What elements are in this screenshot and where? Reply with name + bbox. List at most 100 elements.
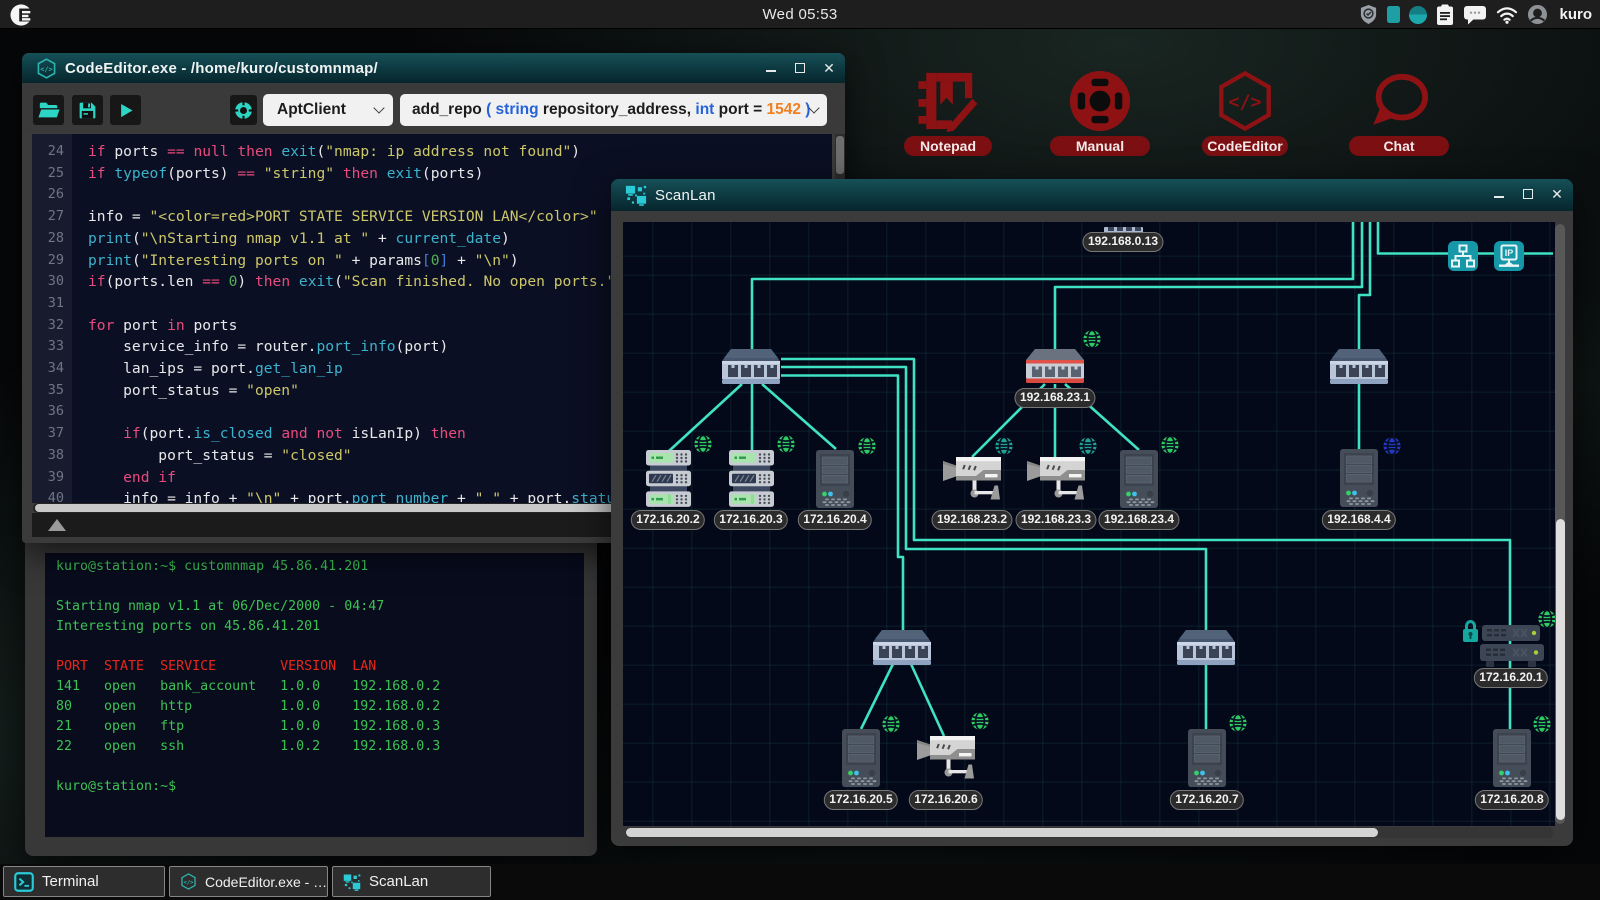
- terminal-line: [56, 577, 584, 597]
- device-rack-server-172.16.20.3[interactable]: [729, 450, 774, 508]
- run-button[interactable]: [110, 95, 141, 125]
- desktop-icon-codeeditor[interactable]: CodeEditor: [1185, 70, 1305, 156]
- terminal-line: Starting nmap v1.1 at 06/Dec/2000 - 04:4…: [56, 597, 584, 617]
- messages-icon[interactable]: [1463, 5, 1487, 25]
- lan-icon[interactable]: [1448, 241, 1478, 271]
- manual-icon: [1040, 70, 1160, 132]
- close-button[interactable]: ✕: [823, 62, 835, 74]
- device-switch-partial-192.168.0.13[interactable]: [1104, 222, 1143, 230]
- taskbar-item-codeeditorexe[interactable]: CodeEditor.exe - …: [169, 866, 328, 897]
- device-rack-server-172.16.20.2[interactable]: [646, 450, 691, 508]
- device-camera-192.168.23.2[interactable]: [943, 457, 1001, 500]
- taskbar: Terminal CodeEditor.exe - … ScanLan: [0, 864, 1600, 900]
- device-label[interactable]: 192.168.23.2: [931, 510, 1012, 530]
- scanlan-titlebar[interactable]: ScanLan ✕: [611, 179, 1573, 211]
- scanlan-window[interactable]: ScanLan ✕ 192.168.0.13 192.168.23.1 172.16…: [611, 179, 1573, 846]
- taskbar-item-terminal[interactable]: Terminal: [3, 866, 165, 897]
- api-browser-button[interactable]: [230, 95, 257, 125]
- clipboard-icon[interactable]: [1436, 4, 1454, 26]
- scroll-up-arrow-icon[interactable]: [48, 519, 66, 531]
- taskbar-item-scanlan[interactable]: ScanLan: [332, 866, 491, 897]
- terminal-line: PORT STATE SERVICE VERSION LAN: [56, 657, 584, 677]
- device-label[interactable]: 172.16.20.6: [909, 790, 983, 810]
- terminal-line: [56, 637, 584, 657]
- device-switch[interactable]: [722, 349, 780, 384]
- map-vertical-scrollbar[interactable]: [1555, 224, 1565, 824]
- device-tower-server-172.16.20.4[interactable]: [816, 450, 854, 508]
- device-label[interactable]: 192.168.0.13: [1082, 232, 1163, 252]
- device-tower-server-192.168.23.4[interactable]: [1120, 450, 1158, 508]
- codeeditor-icon: [180, 873, 197, 890]
- device-camera-172.16.20.6[interactable]: [917, 736, 975, 779]
- avatar-icon[interactable]: [1527, 4, 1548, 25]
- maximize-button[interactable]: [794, 62, 806, 74]
- globe-icon: [694, 435, 712, 453]
- globe-icon: [1229, 714, 1247, 732]
- open-file-button[interactable]: [33, 95, 64, 125]
- terminal-line: kuro@station:~$ customnmap 45.86.41.201: [56, 557, 584, 577]
- taskbar-item-label: CodeEditor.exe - …: [205, 874, 327, 890]
- globe-icon: [1538, 610, 1555, 628]
- globe-icon: [1383, 437, 1401, 455]
- device-switch[interactable]: [1330, 349, 1388, 384]
- globe-icon: [1161, 436, 1179, 454]
- terminal-window[interactable]: kuro@station:~$ customnmap 45.86.41.201 …: [25, 543, 597, 856]
- device-label[interactable]: 172.16.20.5: [824, 790, 898, 810]
- scanlan-title: ScanLan: [655, 187, 716, 204]
- map-horizontal-scrollbar[interactable]: [625, 827, 1553, 838]
- device-switch[interactable]: [1177, 630, 1235, 665]
- terminal-line: 80 open http 1.0.0 192.168.0.2: [56, 697, 584, 717]
- desktop-icon-manual[interactable]: Manual: [1040, 70, 1160, 156]
- device-label[interactable]: 172.16.20.2: [631, 510, 705, 530]
- save-file-button[interactable]: [72, 95, 103, 125]
- globe-icon: [777, 435, 795, 453]
- device-label[interactable]: 172.16.20.1: [1474, 668, 1548, 688]
- network-map[interactable]: 192.168.0.13 192.168.23.1 172.16.20.2 172.1…: [623, 222, 1555, 826]
- signature-selector[interactable]: add_repo ( string repository_address, in…: [400, 94, 827, 126]
- minimize-button[interactable]: [765, 62, 777, 74]
- device-rack-stack-172.16.20.1[interactable]: [1480, 623, 1544, 668]
- scanlan-icon: [625, 184, 647, 206]
- terminal-screen[interactable]: kuro@station:~$ customnmap 45.86.41.201 …: [45, 553, 584, 837]
- wifi-icon[interactable]: [1496, 6, 1518, 24]
- device-label[interactable]: 192.168.23.3: [1015, 510, 1096, 530]
- shield-icon[interactable]: [1359, 4, 1378, 25]
- code-line: if ports == null then exit("nmap: ip add…: [88, 141, 822, 163]
- close-button[interactable]: ✕: [1551, 188, 1563, 200]
- ip-icon[interactable]: [1494, 241, 1524, 271]
- device-switch[interactable]: [873, 630, 931, 665]
- top-bar: Wed 05:53 kuro: [0, 0, 1600, 29]
- device-camera-192.168.23.3[interactable]: [1027, 457, 1085, 500]
- codeeditor-icon: [1185, 70, 1305, 132]
- codeeditor-titlebar[interactable]: CodeEditor.exe - /home/kuro/customnmap/ …: [22, 53, 845, 83]
- username: kuro: [1559, 6, 1592, 23]
- line-numbers: 2425262728293031323334353637383940: [32, 134, 72, 503]
- desktop-icon-notepad[interactable]: Notepad: [888, 70, 1008, 156]
- device-tower-server-172.16.20.5[interactable]: [842, 729, 880, 787]
- device-tower-server-192.168.4.4[interactable]: [1340, 449, 1378, 507]
- device-tower-server-172.16.20.8[interactable]: [1493, 729, 1531, 787]
- device-label[interactable]: 172.16.20.3: [714, 510, 788, 530]
- device-label[interactable]: 172.16.20.8: [1475, 790, 1549, 810]
- codeeditor-icon: [36, 58, 57, 79]
- device-router-red-192.168.23.1[interactable]: [1026, 349, 1084, 383]
- class-selector[interactable]: AptClient: [263, 94, 393, 126]
- battery-icon[interactable]: [1387, 6, 1400, 23]
- globe-icon: [1533, 715, 1551, 733]
- desktop-icon-chat[interactable]: Chat: [1339, 70, 1459, 156]
- storage-icon[interactable]: [1409, 6, 1427, 24]
- terminal-line: kuro@station:~$: [56, 777, 584, 797]
- terminal-line: 22 open ssh 1.0.2 192.168.0.3: [56, 737, 584, 757]
- terminal-line: Interesting ports on 45.86.41.201: [56, 617, 584, 637]
- globe-icon: [971, 712, 989, 730]
- device-label[interactable]: 172.16.20.4: [798, 510, 872, 530]
- minimize-button[interactable]: [1493, 188, 1505, 200]
- device-label[interactable]: 172.16.20.7: [1170, 790, 1244, 810]
- device-label[interactable]: 192.168.23.1: [1014, 388, 1095, 408]
- device-tower-server-172.16.20.7[interactable]: [1188, 729, 1226, 787]
- device-label[interactable]: 192.168.4.4: [1322, 510, 1396, 530]
- codeeditor-title: CodeEditor.exe - /home/kuro/customnmap/: [65, 60, 378, 77]
- desktop-icon-label: Notepad: [904, 136, 992, 156]
- device-label[interactable]: 192.168.23.4: [1098, 510, 1179, 530]
- maximize-button[interactable]: [1522, 188, 1534, 200]
